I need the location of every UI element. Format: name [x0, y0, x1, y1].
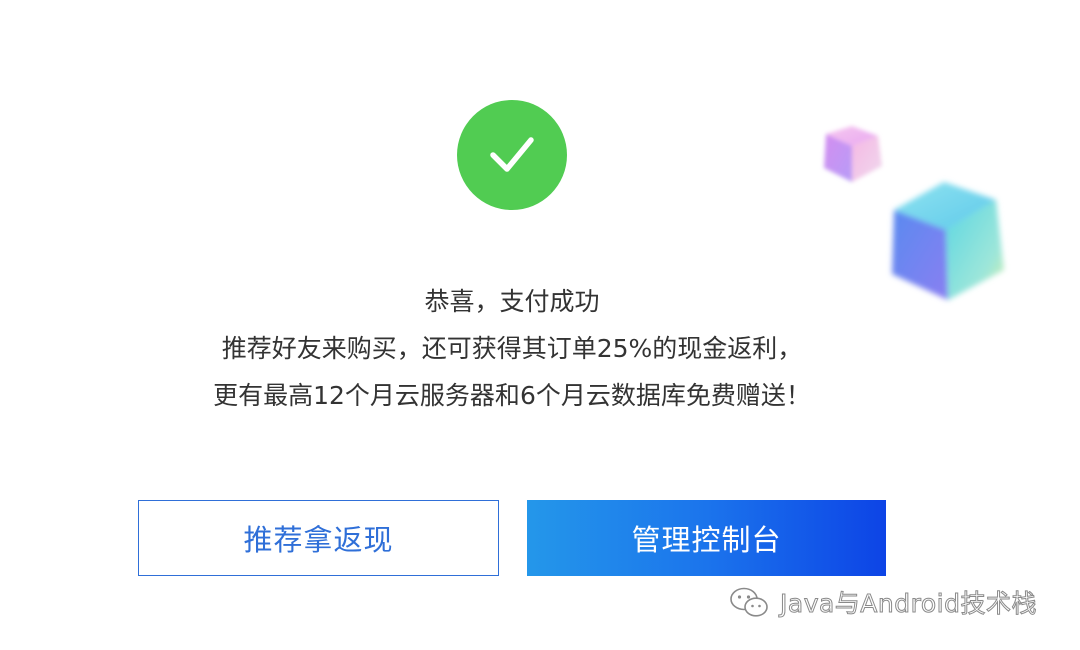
cashback-info: 推荐好友来购买，还可获得其订单25%的现金返利，: [221, 334, 803, 363]
check-icon: [490, 137, 534, 172]
wechat-icon: [730, 587, 768, 617]
referral-cashback-button[interactable]: 推荐拿返现: [138, 500, 499, 576]
success-check-icon: [457, 100, 567, 210]
payment-message: 恭喜，支付成功 推荐好友来购买，还可获得其订单25%的现金返利， 更有最高12个…: [0, 278, 1024, 419]
free-gift-info: 更有最高12个月云服务器和6个月云数据库免费赠送！: [213, 381, 811, 410]
watermark-text: Java与Android技术栈: [780, 589, 1037, 619]
watermark: Java与Android技术栈: [728, 584, 1037, 620]
management-console-button[interactable]: 管理控制台: [527, 500, 886, 576]
success-title: 恭喜，支付成功: [424, 287, 600, 316]
